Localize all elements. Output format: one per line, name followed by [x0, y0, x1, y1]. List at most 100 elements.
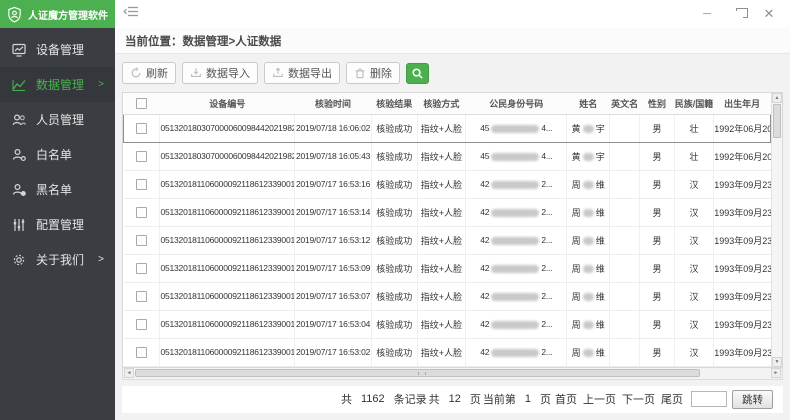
cell-english-name — [609, 142, 639, 170]
cell-citizen-id: 422... — [466, 254, 567, 282]
people-icon — [11, 112, 27, 128]
cell-ethnicity: 汉 — [674, 254, 713, 282]
redacted-name-blur — [583, 237, 594, 245]
scroll-down-button[interactable]: ▼ — [772, 357, 782, 367]
cell-device-number: 05132018030700006009844202198286 — [160, 114, 295, 142]
cell-verify-result: 核验成功 — [372, 114, 418, 142]
total-pages-count: 12 — [449, 393, 461, 405]
scroll-right-button[interactable]: ► — [771, 368, 781, 378]
scroll-up-button[interactable]: ▲ — [772, 93, 782, 103]
sidebar-item-about-us[interactable]: 关于我们 > — [0, 242, 115, 277]
cell-device-number: 05132018110600009211861233900154 — [160, 338, 295, 366]
row-checkbox-cell — [124, 282, 160, 310]
row-checkbox[interactable] — [136, 319, 147, 330]
next-page-link[interactable]: 下一页 — [622, 391, 655, 407]
cell-birth-date: 1993年09月23日 — [714, 338, 771, 366]
row-checkbox-cell — [124, 170, 160, 198]
col-birth-date: 出生年月 — [714, 93, 771, 114]
row-checkbox[interactable] — [136, 179, 147, 190]
row-checkbox[interactable] — [136, 347, 147, 358]
page-jump-button[interactable]: 跳转 — [732, 390, 773, 409]
scroll-left-button[interactable]: ◄ — [124, 368, 134, 378]
sidebar-item-data-management[interactable]: 数据管理 > — [0, 67, 115, 102]
table-row[interactable]: 05132018110600009211861233900154 2019/07… — [124, 282, 771, 310]
last-page-link[interactable]: 尾页 — [661, 391, 683, 407]
sidebar-item-label: 黑名单 — [36, 181, 72, 198]
cell-gender: 男 — [640, 338, 674, 366]
col-ethnicity: 民族/国籍 — [674, 93, 713, 114]
redacted-name-blur — [583, 349, 594, 357]
cell-verify-result: 核验成功 — [372, 310, 418, 338]
refresh-button[interactable]: 刷新 — [122, 62, 176, 84]
table-row[interactable]: 05132018110600009211861233900154 2019/07… — [124, 198, 771, 226]
select-all-checkbox[interactable] — [136, 98, 147, 109]
cell-verify-result: 核验成功 — [372, 226, 418, 254]
horizontal-scrollbar[interactable]: ◄ ► — [122, 368, 783, 380]
sidebar: 人证魔方管理软件 设备管理 — [0, 0, 115, 420]
cell-citizen-id: 422... — [466, 198, 567, 226]
cell-name: 周维 — [567, 338, 610, 366]
table-row[interactable]: 05132018110600009211861233900154 2019/07… — [124, 226, 771, 254]
row-checkbox[interactable] — [136, 291, 147, 302]
row-checkbox[interactable] — [136, 235, 147, 246]
cell-verify-method: 指纹+人脸 — [417, 254, 466, 282]
col-citizen-id: 公民身份号码 — [466, 93, 567, 114]
table-row[interactable]: 05132018110600009211861233900154 2019/07… — [124, 310, 771, 338]
close-button[interactable]: ✕ — [762, 7, 776, 21]
first-page-link[interactable]: 首页 — [555, 391, 577, 407]
row-checkbox[interactable] — [136, 263, 147, 274]
cell-gender: 男 — [640, 142, 674, 170]
sidebar-menu: 设备管理 数据管理 > — [0, 28, 115, 277]
sidebar-item-whitelist[interactable]: 白名单 — [0, 137, 115, 172]
main-area: ─ ✕ 当前位置：数据管理>人证数据 刷新 — [115, 0, 790, 420]
row-checkbox-cell — [124, 310, 160, 338]
cell-device-number: 05132018110600009211861233900154 — [160, 254, 295, 282]
refresh-icon — [130, 67, 142, 79]
cell-name: 周维 — [567, 170, 610, 198]
sidebar-item-device-management[interactable]: 设备管理 — [0, 32, 115, 67]
total-records-prefix: 共 — [341, 391, 352, 407]
cell-name: 周维 — [567, 226, 610, 254]
cell-gender: 男 — [640, 114, 674, 142]
vertical-scrollbar[interactable]: ▲ ▼ — [771, 93, 782, 367]
trash-icon — [354, 67, 366, 79]
row-checkbox[interactable] — [136, 123, 147, 134]
sidebar-item-blacklist[interactable]: 黑名单 — [0, 172, 115, 207]
data-export-button[interactable]: 数据导出 — [264, 62, 340, 84]
titlebar: ─ ✕ — [115, 0, 790, 28]
delete-button[interactable]: 删除 — [346, 62, 400, 84]
table-row[interactable]: 05132018110600009211861233900154 2019/07… — [124, 254, 771, 282]
search-button[interactable] — [406, 63, 429, 84]
redacted-id-blur — [491, 181, 539, 189]
table-row[interactable]: 05132018030700006009844202198286 2019/07… — [124, 142, 771, 170]
minimize-button[interactable]: ─ — [700, 7, 714, 21]
cell-gender: 男 — [640, 226, 674, 254]
cell-gender: 男 — [640, 254, 674, 282]
sidebar-collapse-icon[interactable] — [123, 4, 140, 24]
sidebar-item-personnel-management[interactable]: 人员管理 — [0, 102, 115, 137]
cell-verify-method: 指纹+人脸 — [417, 226, 466, 254]
cell-verify-time: 2019/07/17 16:53:02 — [295, 338, 372, 366]
restore-button[interactable] — [731, 7, 745, 21]
row-checkbox[interactable] — [136, 151, 147, 162]
cell-verify-method: 指纹+人脸 — [417, 142, 466, 170]
table-row[interactable]: 05132018110600009211861233900154 2019/07… — [124, 170, 771, 198]
page-jump-input[interactable] — [691, 391, 727, 407]
sidebar-item-config-management[interactable]: 配置管理 — [0, 207, 115, 242]
redacted-id-blur — [491, 237, 539, 245]
cell-verify-method: 指纹+人脸 — [417, 282, 466, 310]
cell-verify-result: 核验成功 — [372, 254, 418, 282]
table-row[interactable]: 05132018110600009211861233900154 2019/07… — [124, 338, 771, 366]
cell-ethnicity: 汉 — [674, 310, 713, 338]
vertical-scrollbar-thumb[interactable] — [773, 104, 781, 138]
horizontal-scrollbar-thumb[interactable] — [135, 369, 700, 377]
sidebar-item-label: 设备管理 — [36, 41, 84, 58]
chevron-right-icon: > — [98, 79, 104, 90]
data-import-button[interactable]: 数据导入 — [182, 62, 258, 84]
total-records-count: 1162 — [361, 393, 385, 405]
table-row[interactable]: 05132018030700006009844202198286 2019/07… — [124, 114, 771, 142]
prev-page-link[interactable]: 上一页 — [583, 391, 616, 407]
redacted-name-blur — [583, 125, 594, 133]
row-checkbox[interactable] — [136, 207, 147, 218]
cell-citizen-id: 422... — [466, 310, 567, 338]
